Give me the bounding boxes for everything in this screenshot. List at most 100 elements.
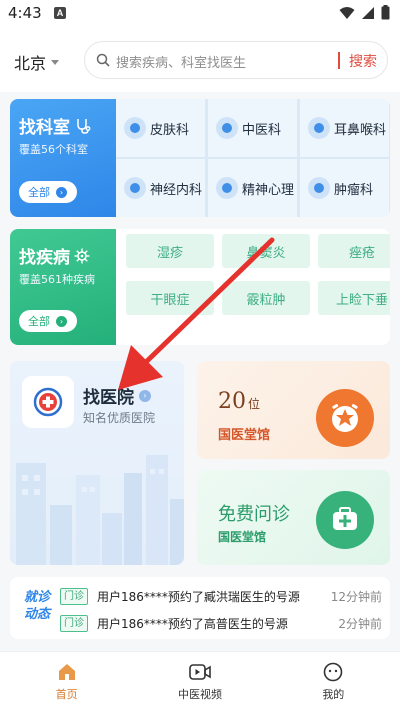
home-icon: [58, 664, 75, 680]
chevron-right-icon: ›: [56, 186, 67, 198]
department-item-dermatology[interactable]: 皮肤科: [116, 99, 205, 157]
hospital-logo: [22, 376, 74, 428]
status-bar: 4:43 A: [0, 0, 400, 28]
department-item-psychiatry[interactable]: 精神心理: [208, 159, 297, 217]
consult-title: 免费问诊: [218, 504, 290, 525]
city-skyline-illustration: [16, 455, 184, 565]
department-item-label: 肿瘤科: [334, 182, 374, 198]
clinics-count-value: 20: [218, 389, 246, 414]
activity-row[interactable]: 门诊 用户186****预约了臧洪瑞医生的号源 12分钟前: [60, 586, 382, 606]
medical-kit-icon: [316, 491, 374, 549]
notification-icon: A: [54, 7, 66, 19]
disease-entry[interactable]: 找疾病 覆盖561种疾病 全部 ›: [10, 229, 116, 345]
activity-time: 2分钟前: [338, 616, 382, 631]
department-item-ent[interactable]: 耳鼻喉科: [300, 99, 389, 157]
department-item-tcm[interactable]: 中医科: [208, 99, 297, 157]
disease-chip[interactable]: 湿疹: [126, 234, 214, 268]
tab-profile[interactable]: 我的: [267, 652, 400, 710]
department-all-label: 全部: [28, 186, 50, 199]
free-consult-card[interactable]: 免费问诊 国医堂馆: [197, 470, 390, 565]
department-item-label: 皮肤科: [150, 122, 190, 138]
visit-activity-ticker: 就诊 动态 门诊 用户186****预约了臧洪瑞医生的号源 12分钟前 门诊 用…: [10, 577, 390, 639]
tab-tcm-video[interactable]: 中医视频: [133, 652, 266, 710]
neurology-icon: [124, 177, 146, 199]
department-item-oncology[interactable]: 肿瘤科: [300, 159, 389, 217]
clinic-building-icon: [316, 389, 374, 447]
activity-brand-line1: 就诊: [23, 590, 50, 605]
medical-cross-icon: [33, 387, 63, 417]
tab-home[interactable]: 首页: [0, 652, 133, 710]
disease-subtitle: 覆盖561种疾病: [19, 273, 95, 286]
signal-icon: [362, 6, 374, 19]
chevron-right-icon: ›: [139, 389, 151, 402]
status-time: 4:43: [8, 4, 42, 22]
ent-icon: [308, 117, 330, 139]
department-entry[interactable]: 找科室 覆盖56个科室 全部 ›: [10, 99, 116, 217]
disease-chip[interactable]: 霰粒肿: [222, 281, 310, 315]
bottom-nav: 首页 中医视频 我的: [0, 651, 400, 710]
hospital-title: 找医院 ›: [83, 383, 151, 408]
department-item-label: 中医科: [242, 122, 282, 138]
hospital-title-text: 找医院: [83, 388, 134, 408]
disease-all-button[interactable]: 全部 ›: [19, 310, 77, 332]
chevron-right-icon: ›: [56, 315, 67, 327]
department-item-label: 神经内科: [150, 182, 203, 198]
city-label: 北京: [14, 54, 47, 73]
department-card: 找科室 覆盖56个科室 全部 › 皮肤科 中医科 耳鼻喉科 神经内科 精神心理 …: [10, 99, 390, 217]
activity-tag: 门诊: [60, 614, 88, 632]
activity-message: 用户186****预约了高普医生的号源: [97, 616, 288, 631]
city-selector[interactable]: 北京: [14, 50, 60, 74]
stethoscope-icon: [77, 118, 91, 134]
department-item-label: 精神心理: [242, 182, 295, 198]
activity-tag: 门诊: [60, 587, 88, 605]
dermatology-icon: [124, 117, 146, 139]
search-button[interactable]: 搜索: [349, 51, 377, 71]
activity-row[interactable]: 门诊 用户186****预约了高普医生的号源 2分钟前: [60, 613, 382, 633]
department-grid: 皮肤科 中医科 耳鼻喉科 神经内科 精神心理 肿瘤科: [116, 99, 390, 217]
disease-chip[interactable]: 痤疮: [318, 234, 390, 268]
disease-title: 找疾病: [19, 243, 90, 268]
disease-card: 找疾病 覆盖561种疾病 全部 › 湿疹 鼻窦炎 痤疮 干眼症 霰粒肿 上睑下垂: [10, 229, 390, 345]
disease-chip[interactable]: 干眼症: [126, 281, 214, 315]
clinics-count-unit: 位: [248, 397, 261, 411]
disease-chip[interactable]: 鼻窦炎: [222, 234, 310, 268]
clinics-card[interactable]: 20 位 国医堂馆: [197, 361, 390, 459]
department-item-label: 耳鼻喉科: [334, 122, 387, 138]
find-hospital-card[interactable]: 找医院 › 知名优质医院: [10, 361, 184, 565]
disease-chip[interactable]: 上睑下垂: [318, 281, 390, 315]
disease-all-label: 全部: [28, 315, 50, 328]
tab-tcm-video-label: 中医视频: [177, 688, 222, 701]
wifi-icon: [339, 6, 355, 19]
consult-label: 国医堂馆: [218, 530, 267, 544]
tab-home-label: 首页: [55, 688, 78, 701]
department-all-button[interactable]: 全部 ›: [19, 181, 77, 203]
oncology-icon: [308, 177, 330, 199]
virus-icon: [74, 248, 90, 263]
search-input[interactable]: 搜索疾病、科室找医生 搜索: [84, 41, 388, 79]
psychology-icon: [216, 177, 238, 199]
department-item-neurology[interactable]: 神经内科: [116, 159, 205, 217]
disease-chips: 湿疹 鼻窦炎 痤疮 干眼症 霰粒肿 上睑下垂: [126, 234, 390, 315]
chevron-down-icon: [51, 59, 60, 65]
department-title: 找科室: [19, 113, 92, 138]
clinics-label: 国医堂馆: [218, 428, 271, 443]
activity-message: 用户186****预约了臧洪瑞医生的号源: [97, 589, 300, 604]
smile-face-icon: [324, 662, 343, 682]
department-subtitle: 覆盖56个科室: [19, 143, 88, 156]
search-divider: [338, 52, 340, 69]
search-icon: [96, 53, 110, 67]
battery-icon: [381, 5, 390, 20]
department-title-text: 找科室: [19, 118, 70, 138]
search-placeholder: 搜索疾病、科室找医生: [116, 56, 247, 71]
search-row: 北京 搜索疾病、科室找医生 搜索: [0, 28, 400, 92]
activity-brand-line2: 动态: [23, 607, 50, 622]
hospital-subtitle: 知名优质医院: [83, 411, 156, 425]
clinics-count: 20 位: [218, 389, 260, 414]
system-icons: [339, 5, 390, 20]
activity-time: 12分钟前: [330, 589, 382, 604]
tab-profile-label: 我的: [322, 688, 345, 701]
video-icon: [189, 664, 211, 680]
tcm-bowl-icon: [216, 117, 238, 139]
activity-brand: 就诊 动态: [18, 589, 56, 623]
disease-title-text: 找疾病: [19, 248, 70, 268]
